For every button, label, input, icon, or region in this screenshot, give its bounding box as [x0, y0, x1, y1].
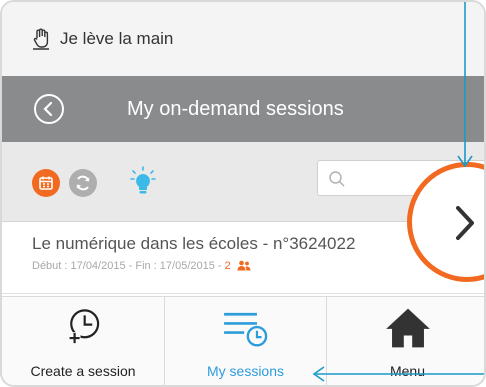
tab-create-session[interactable]: Create a session: [2, 297, 165, 385]
title-bar: My on-demand sessions: [2, 76, 484, 142]
calendar-icon: [39, 176, 53, 190]
session-dates: Début : 17/04/2015 - Fin : 17/05/2015 -: [32, 260, 225, 272]
app-screen: Je lève la main My on-demand sessions Le…: [0, 0, 486, 387]
tab-my-sessions[interactable]: My sessions: [165, 297, 327, 385]
back-button[interactable]: [34, 94, 64, 124]
tab-label: My sessions: [206, 363, 285, 379]
chevron-right-icon: [456, 206, 474, 240]
app-title: Je lève la main: [60, 29, 174, 48]
calendar-filter-button[interactable]: [32, 169, 60, 197]
tab-label: Menu: [389, 363, 426, 379]
back-icon: [43, 102, 53, 116]
sync-button[interactable]: [69, 169, 97, 197]
tab-label: Create a session: [30, 363, 136, 379]
tab-menu[interactable]: Menu: [327, 297, 484, 385]
home-icon: [385, 308, 430, 348]
sync-icon: [76, 175, 90, 191]
add-clock-icon: [68, 309, 100, 344]
session-title: Le numérique dans les écoles - n°3624022: [32, 234, 356, 253]
session-meta: Début : 17/04/2015 - Fin : 17/05/2015 - …: [32, 260, 251, 272]
lightbulb-icon[interactable]: [130, 166, 156, 198]
participant-count: 2: [224, 260, 231, 272]
people-icon: [237, 260, 251, 271]
app-header: Je lève la main: [2, 2, 484, 76]
search-icon: [329, 171, 345, 187]
hand-raised-icon: [33, 28, 49, 50]
page-title: My on-demand sessions: [127, 98, 344, 120]
bottom-tab-bar: Create a session My sessions Menu: [2, 296, 484, 385]
list-clock-icon: [223, 312, 267, 347]
